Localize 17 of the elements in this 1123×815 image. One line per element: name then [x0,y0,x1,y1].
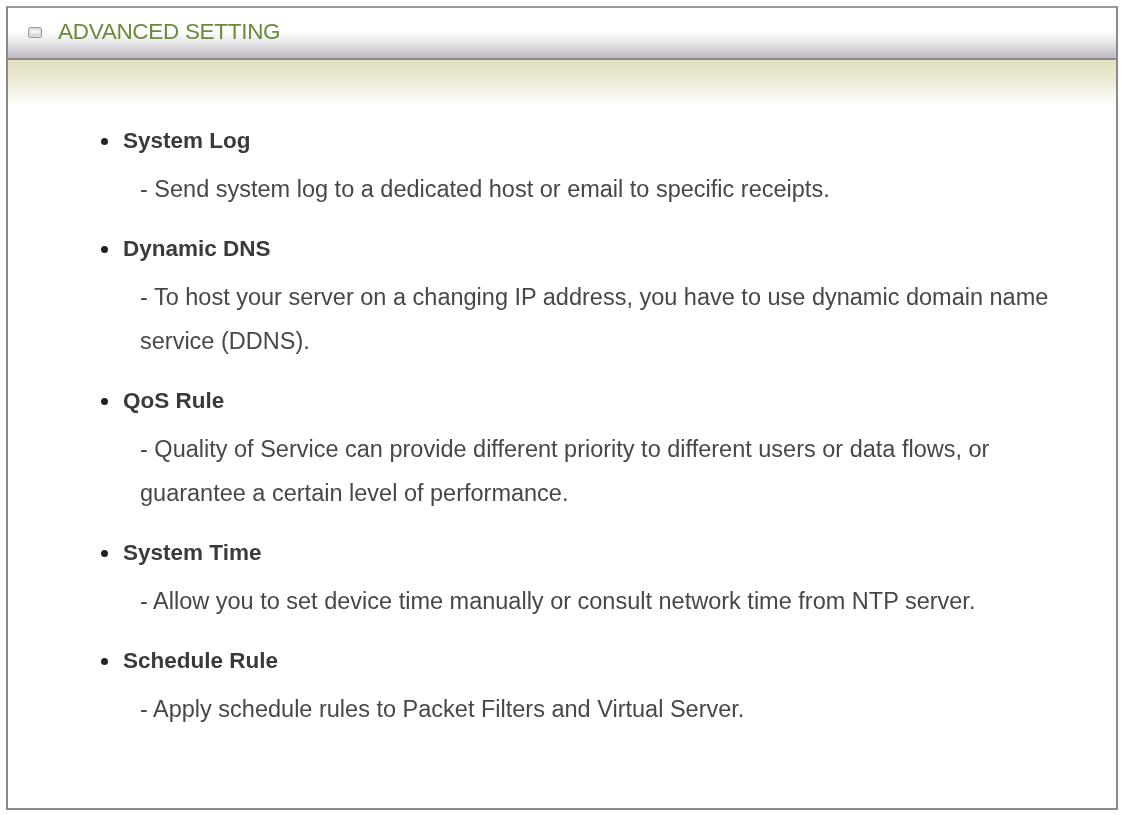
item-description: - Send system log to a dedicated host or email to specific receipts. [139,175,831,204]
item-heading: Dynamic DNS [123,236,271,262]
bullet-icon [101,245,108,253]
item-description: - Apply schedule rules to Packet Filters and Virtual Server. [139,695,746,724]
item-description: - Allow you to set device time manually or consult network time from NTP server. [139,587,977,616]
item-heading: QoS Rule [123,388,225,414]
bullet-icon [101,397,108,405]
bullet-icon [101,549,108,557]
item-heading: System Log [123,128,251,154]
bullet-icon [101,137,108,145]
bullet-icon [101,657,108,665]
item-heading: System Time [123,540,262,566]
square-icon [28,26,42,38]
item-heading: Schedule Rule [123,648,279,674]
item-description: - Quality of Service can provide different priority to different users or data flows, or guarantee a certain level of performance. [139,435,991,508]
item-description: - To host your server on a changing IP address, you have to use dynamic domain name service (DDNS). [139,283,1050,356]
panel-title: ADVANCED SETTING [58,19,281,45]
